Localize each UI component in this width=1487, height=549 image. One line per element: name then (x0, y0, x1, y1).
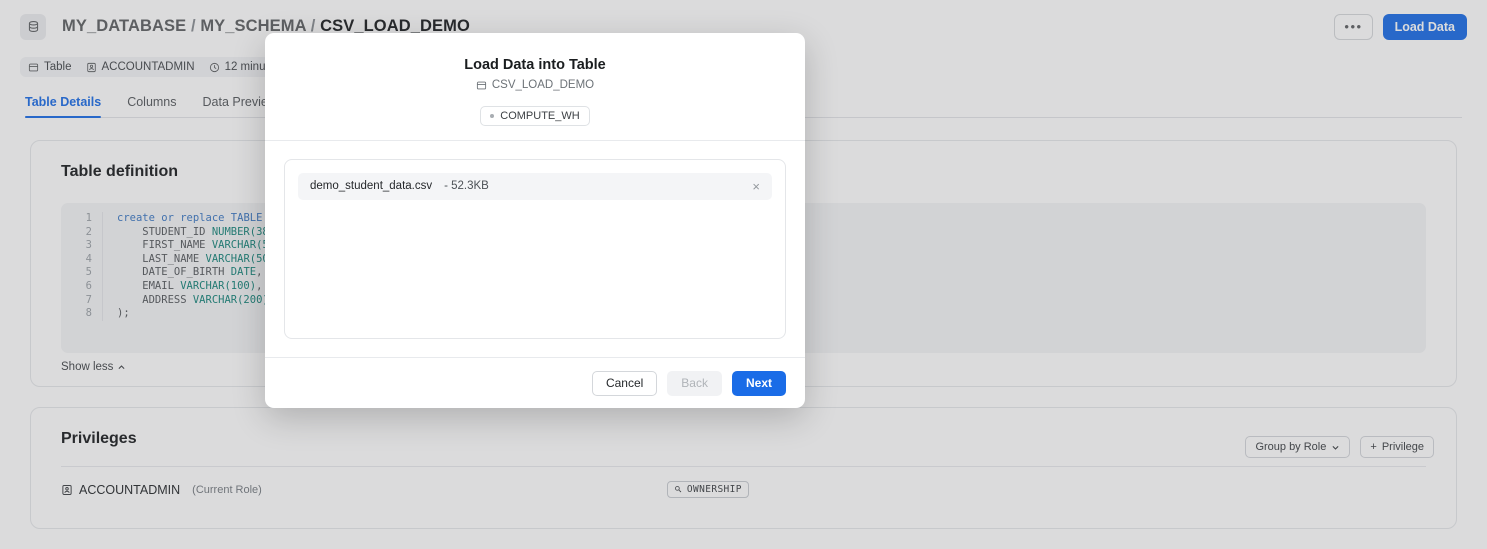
file-name: demo_student_data.csv (310, 180, 433, 192)
warehouse-label: COMPUTE_WH (500, 109, 580, 122)
table-icon (476, 81, 486, 89)
status-dot-icon (490, 113, 495, 118)
modal-header: Load Data into Table CSV_LOAD_DEMO COMPU… (265, 33, 805, 141)
cancel-button[interactable]: Cancel (591, 370, 658, 396)
remove-file-icon[interactable]: × (752, 180, 760, 193)
load-data-modal: Load Data into Table CSV_LOAD_DEMO COMPU… (265, 33, 805, 408)
file-dropzone[interactable]: demo_student_data.csv - 52.3KB × (284, 158, 786, 339)
warehouse-badge[interactable]: COMPUTE_WH (480, 105, 590, 126)
back-button[interactable]: Back (667, 370, 722, 396)
list-item: demo_student_data.csv - 52.3KB × (298, 172, 772, 200)
next-button[interactable]: Next (731, 370, 786, 396)
modal-title: Load Data into Table (464, 57, 606, 73)
modal-footer: Cancel Back Next (265, 357, 805, 408)
modal-body: demo_student_data.csv - 52.3KB × (265, 141, 805, 358)
file-size: - 52.3KB (444, 180, 489, 192)
modal-subtitle-label: CSV_LOAD_DEMO (491, 79, 595, 91)
modal-subtitle: CSV_LOAD_DEMO (476, 79, 594, 91)
